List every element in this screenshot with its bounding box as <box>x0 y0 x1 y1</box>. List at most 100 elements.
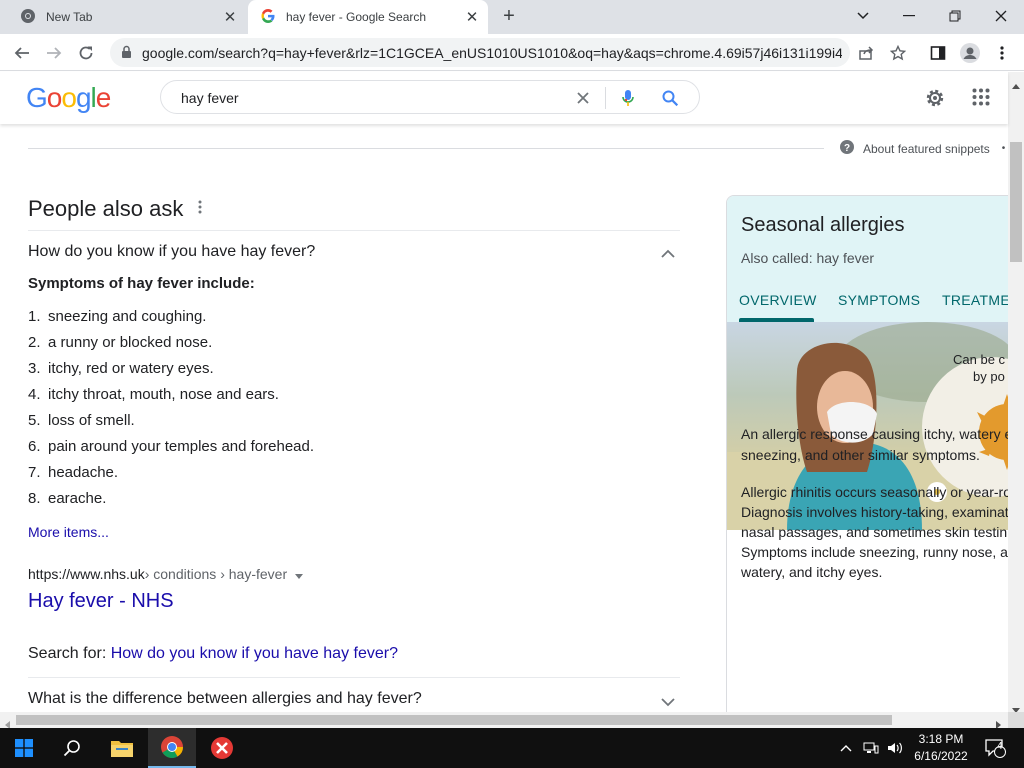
list-item: 8. earache. <box>28 490 107 507</box>
restore-icon[interactable] <box>940 3 970 29</box>
search-results: ? About featured snippets • People also … <box>0 124 1008 712</box>
search-for-label: Search for: <box>28 645 111 662</box>
file-explorer-icon[interactable] <box>98 728 146 768</box>
system-clock[interactable]: 3:18 PM 6/16/2022 <box>912 731 970 765</box>
list-item: 6. pain around your temples and forehead. <box>28 438 315 455</box>
close-tab-icon[interactable]: ✕ <box>462 7 482 27</box>
search-box[interactable]: hay fever <box>160 80 700 114</box>
show-hidden-icons-chevron-icon[interactable] <box>836 728 856 768</box>
chrome-taskbar-icon[interactable] <box>148 728 196 768</box>
side-panel-icon[interactable] <box>926 41 950 65</box>
list-item: 5. loss of smell. <box>28 412 135 429</box>
google-logo[interactable]: Google <box>26 82 111 114</box>
windows-start-icon[interactable] <box>0 728 48 768</box>
windows-taskbar: 3:18 PM 6/16/2022 4 <box>0 728 1024 768</box>
list-item: 4. itchy throat, mouth, nose and ears. <box>28 386 279 403</box>
divider <box>28 230 680 231</box>
network-icon[interactable] <box>860 728 882 768</box>
divider <box>28 677 680 678</box>
chevron-down-icon[interactable] <box>661 694 675 712</box>
list-item: 2. a runny or blocked nose. <box>28 334 213 351</box>
horizontal-scrollbar[interactable] <box>0 712 1008 729</box>
cite-domain: https://www.nhs.uk <box>28 566 145 582</box>
tab-strip: New Tab ✕ hay fever - Google Search ✕ + <box>0 0 1024 34</box>
search-for-link[interactable]: How do you know if you have hay fever? <box>111 645 398 662</box>
more-items-link[interactable]: More items... <box>28 524 109 540</box>
list-item: 1. sneezing and coughing. <box>28 308 207 325</box>
google-header: Google hay fever <box>0 72 1008 124</box>
browser-menu-icon[interactable] <box>990 41 1014 65</box>
divider <box>28 148 824 149</box>
back-arrow-icon[interactable] <box>10 41 34 65</box>
tab-new-tab[interactable]: New Tab ✕ <box>8 0 246 34</box>
image-caption-line-1: Can be c <box>953 352 1006 367</box>
tab-treatments[interactable]: TREATME <box>942 292 1008 308</box>
reload-icon[interactable] <box>74 41 98 65</box>
tab-search-chevron-icon[interactable] <box>848 3 878 29</box>
about-featured-snippets[interactable]: ? About featured snippets • <box>840 140 1005 157</box>
notification-center-icon[interactable]: 4 <box>978 728 1012 768</box>
about-featured-snippets-label: About featured snippets <box>863 141 990 156</box>
volume-icon[interactable] <box>884 728 906 768</box>
chevron-up-icon[interactable] <box>661 246 675 264</box>
knowledge-panel-description: Allergic rhinitis occurs seasonally or y… <box>741 484 1008 580</box>
voice-search-mic-icon[interactable] <box>621 89 635 112</box>
clock-time: 3:18 PM <box>918 732 964 746</box>
horizontal-scroll-thumb[interactable] <box>16 715 892 725</box>
google-favicon-icon <box>260 8 276 27</box>
paa-question-2[interactable]: What is the difference between allergies… <box>28 690 422 708</box>
help-circle-icon: ? <box>840 140 854 157</box>
clock-date: 6/16/2022 <box>914 749 968 763</box>
knowledge-panel-title: Seasonal allergies <box>741 214 905 236</box>
cite-path: › conditions › hay-fever <box>144 566 288 582</box>
knowledge-panel: Seasonal allergies Also called: hay feve… <box>726 195 1008 712</box>
new-tab-plus-icon[interactable]: + <box>497 6 521 28</box>
tab-google-search[interactable]: hay fever - Google Search ✕ <box>248 0 488 34</box>
forward-arrow-icon[interactable] <box>42 41 66 65</box>
lock-icon[interactable] <box>121 45 132 64</box>
more-options-icon[interactable] <box>198 200 202 219</box>
knowledge-panel-summary: An allergic response causing itchy, wate… <box>741 426 1008 463</box>
svg-text:?: ? <box>844 143 850 154</box>
tab-title: New Tab <box>46 10 93 24</box>
address-bar[interactable]: google.com/search?q=hay+fever&rlz=1C1GCE… <box>110 38 850 67</box>
image-caption-line-2: by po <box>973 369 1005 384</box>
knowledge-panel-header: Seasonal allergies Also called: hay feve… <box>727 196 1008 322</box>
scrollbar-corner <box>1008 712 1024 728</box>
search-magnifier-icon[interactable] <box>661 89 679 112</box>
paa-question-1[interactable]: How do you know if you have hay fever? <box>28 243 315 261</box>
knowledge-panel-subtitle: Also called: hay fever <box>741 250 875 266</box>
clear-search-icon[interactable] <box>575 90 591 111</box>
search-for-line: Search for: How do you know if you have … <box>28 645 398 663</box>
tab-symptoms[interactable]: SYMPTOMS <box>838 292 920 308</box>
tab-overview[interactable]: OVERVIEW <box>739 292 817 308</box>
search-taskbar-icon[interactable] <box>48 728 96 768</box>
tab-title: hay fever - Google Search <box>286 10 427 24</box>
caret-down-icon[interactable] <box>295 566 304 582</box>
scroll-up-arrow-icon[interactable] <box>1012 76 1020 94</box>
google-apps-grid-icon[interactable] <box>972 88 990 111</box>
chrome-favicon-icon <box>20 8 36 27</box>
share-icon[interactable] <box>854 41 878 65</box>
browser-toolbar: google.com/search?q=hay+fever&rlz=1C1GCE… <box>0 34 1024 71</box>
list-item: 7. headache. <box>28 464 119 481</box>
search-divider <box>605 87 606 109</box>
symptom-list: 1. sneezing and coughing. 2. a runny or bl… <box>28 307 314 515</box>
notification-count: 4 <box>997 741 1003 752</box>
snippet-heading: Symptoms of hay fever include: <box>28 275 255 292</box>
settings-gear-icon[interactable] <box>923 86 947 115</box>
result-citation[interactable]: https://www.nhs.uk › conditions › hay-fe… <box>28 566 304 582</box>
search-input[interactable]: hay fever <box>181 90 239 106</box>
result-title-link[interactable]: Hay fever - NHS <box>28 590 174 613</box>
bookmark-star-icon[interactable] <box>886 41 910 65</box>
people-also-ask-title: People also ask <box>28 196 184 221</box>
app-x-icon[interactable] <box>198 728 246 768</box>
list-item: 3. itchy, red or watery eyes. <box>28 360 214 377</box>
minimize-icon[interactable] <box>894 3 924 29</box>
profile-avatar-icon[interactable] <box>958 41 982 65</box>
url-text: google.com/search?q=hay+fever&rlz=1C1GCE… <box>142 45 842 61</box>
vertical-scrollbar[interactable] <box>1008 72 1024 713</box>
close-window-icon[interactable] <box>986 3 1016 29</box>
vertical-scroll-thumb[interactable] <box>1010 142 1022 262</box>
close-tab-icon[interactable]: ✕ <box>220 7 240 27</box>
